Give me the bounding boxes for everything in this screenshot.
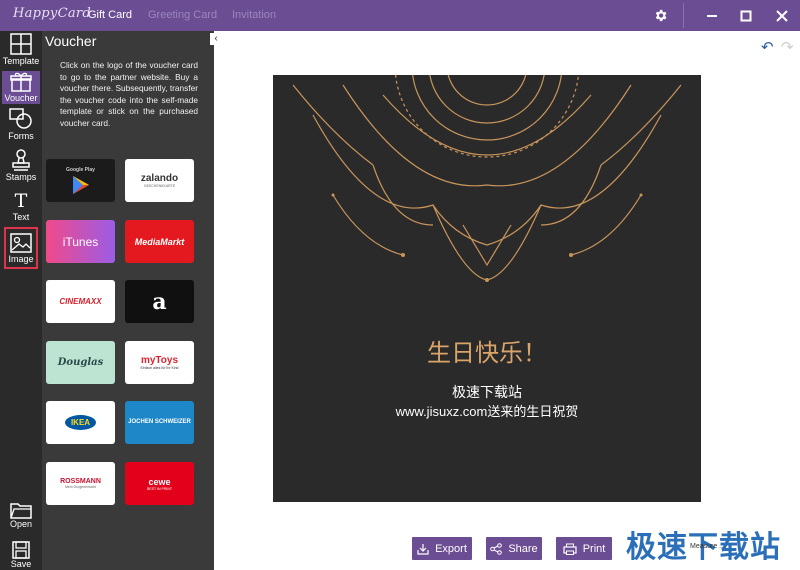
rail-item-stamps[interactable]: Stamps — [2, 149, 40, 185]
rail-item-image[interactable]: Image — [4, 227, 38, 269]
voucher-cewe[interactable]: cewe BEST IN PRINT — [125, 462, 194, 505]
save-icon — [12, 541, 30, 559]
rail-label: Stamps — [5, 172, 37, 182]
voucher-label: Google Play — [66, 166, 95, 173]
print-icon — [563, 543, 577, 555]
voucher-sublabel: Mein Drogeriemarkt — [65, 485, 96, 489]
voucher-label: IKEA — [64, 415, 97, 430]
rail-item-forms[interactable]: Forms — [2, 108, 40, 142]
rail-item-text[interactable]: T Text — [2, 191, 40, 224]
close-button[interactable] — [767, 0, 797, 31]
rail-item-template[interactable]: Template — [2, 33, 40, 68]
voucher-sublabel: GESCHENKKARTE — [143, 184, 176, 188]
export-icon — [417, 543, 429, 555]
shapes-icon — [9, 108, 32, 129]
grid-icon — [10, 33, 32, 55]
action-label: Export — [435, 542, 467, 555]
voucher-mytoys[interactable]: myToys Einfach alles für Ihr Kind — [125, 341, 194, 384]
voucher-label: iTunes — [62, 234, 99, 249]
voucher-label: myToys — [140, 355, 179, 366]
panel-description: Click on the logo of the voucher card to… — [60, 60, 198, 128]
close-icon — [776, 9, 788, 22]
tab-greeting-card[interactable]: Greeting Card — [148, 9, 217, 21]
rail-label: Voucher — [4, 93, 38, 103]
save-button[interactable]: Save — [0, 541, 42, 569]
card-title[interactable]: 生日快乐！ — [273, 333, 701, 368]
rail-label: Template — [2, 56, 40, 66]
folder-icon — [10, 503, 32, 519]
settings-button[interactable] — [645, 0, 675, 31]
action-label: Share — [508, 542, 538, 555]
voucher-jochen-schweizer[interactable]: JOCHEN SCHWEIZER — [125, 401, 194, 444]
voucher-label: zalando — [140, 173, 179, 184]
redo-icon: ↷ — [781, 39, 794, 56]
voucher-label: JOCHEN SCHWEIZER — [128, 419, 191, 425]
maximize-icon — [740, 10, 752, 21]
voucher-label: MediaMarkt — [134, 236, 185, 247]
voucher-label: a — [152, 288, 167, 315]
card-line-1[interactable]: 极速下载站 — [273, 382, 701, 402]
panel-title: Voucher — [45, 33, 97, 49]
voucher-sublabel: BEST IN PRINT — [146, 486, 173, 491]
play-store-icon — [72, 175, 89, 194]
undo-icon: ↶ — [761, 39, 774, 56]
title-bar: HappyCard Gift Card Greeting Card Invita… — [0, 0, 800, 31]
voucher-panel: Voucher ‹ Click on the logo of the vouch… — [42, 31, 222, 570]
voucher-mediamarkt[interactable]: MediaMarkt — [125, 220, 194, 263]
voucher-amazon[interactable]: a — [125, 280, 194, 323]
minimize-button[interactable] — [697, 0, 727, 31]
voucher-label: Douglas — [57, 357, 104, 368]
voucher-google-play[interactable]: Google Play — [46, 159, 115, 202]
tab-invitation[interactable]: Invitation — [232, 9, 276, 21]
image-icon — [10, 232, 32, 253]
chevron-left-icon: ‹ — [214, 33, 218, 44]
maximize-button[interactable] — [731, 0, 761, 31]
voucher-zalando[interactable]: zalando GESCHENKKARTE — [125, 159, 194, 202]
text-icon: T — [14, 190, 28, 212]
rail-label: Open — [9, 519, 33, 529]
rail-label: Forms — [8, 131, 34, 141]
card-line-2[interactable]: www.jisuxz.com送来的生日祝贺 — [273, 401, 701, 420]
voucher-sublabel: Einfach alles für Ihr Kind — [140, 366, 179, 370]
rail-label: Image — [8, 253, 34, 264]
mandala-ornament — [292, 75, 682, 282]
tab-gift-card[interactable]: Gift Card — [88, 9, 132, 21]
voucher-label: ROSSMANN — [60, 478, 101, 485]
gear-icon — [655, 9, 666, 22]
app-logo: HappyCard — [13, 6, 92, 21]
open-button[interactable]: Open — [0, 501, 42, 529]
rail-label: Save — [10, 559, 32, 569]
action-label: Print — [582, 542, 606, 555]
export-button[interactable]: Export — [412, 537, 472, 560]
undo-button[interactable]: ↶ — [761, 38, 774, 56]
voucher-itunes[interactable]: iTunes — [46, 220, 115, 263]
minimize-icon — [707, 14, 717, 17]
share-button[interactable]: Share — [486, 537, 542, 560]
voucher-label: cewe — [148, 476, 171, 487]
voucher-cinemaxx[interactable]: CINEMAXX — [46, 280, 115, 323]
stamp-icon — [12, 149, 30, 171]
titlebar-separator — [683, 3, 684, 28]
tool-rail: Template Voucher Forms Stamps T Text Ima… — [0, 31, 42, 570]
voucher-douglas[interactable]: Douglas — [46, 341, 115, 384]
greeting-card-canvas[interactable]: 生日快乐！ 极速下载站 www.jisuxz.com送来的生日祝贺 — [273, 75, 701, 502]
collapse-panel-button[interactable]: ‹ — [210, 33, 222, 45]
rail-label: Text — [12, 212, 30, 222]
voucher-ikea[interactable]: IKEA — [46, 401, 115, 444]
print-button[interactable]: Print — [556, 537, 612, 560]
share-icon — [490, 542, 503, 555]
measure-label: Measure ... — [690, 543, 726, 550]
voucher-label: CINEMAXX — [59, 297, 102, 306]
gift-icon — [10, 72, 32, 92]
voucher-rossmann[interactable]: ROSSMANN Mein Drogeriemarkt — [46, 462, 115, 505]
redo-button[interactable]: ↷ — [781, 38, 794, 56]
rail-item-voucher[interactable]: Voucher — [2, 71, 40, 104]
